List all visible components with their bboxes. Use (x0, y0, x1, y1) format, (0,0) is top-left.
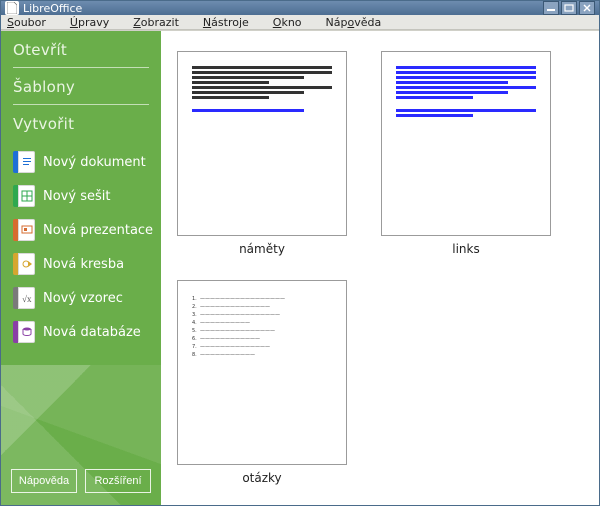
create-impress[interactable]: Nová prezentace (7, 213, 161, 247)
menu-soubor[interactable]: Soubor (7, 16, 58, 29)
sidebar-create-list: Nový dokument Nový sešit Nová prezentace… (1, 141, 161, 349)
titlebar: LibreOffice (1, 1, 599, 15)
sidebar-bottom-buttons: Nápověda Rozšíření (1, 459, 161, 505)
create-writer[interactable]: Nový dokument (7, 145, 161, 179)
create-item-label: Nová prezentace (43, 223, 153, 238)
create-item-label: Nový vzorec (43, 291, 123, 306)
create-item-label: Nová databáze (43, 325, 141, 340)
window-title: LibreOffice (23, 2, 541, 15)
draw-icon (13, 253, 35, 275)
close-button[interactable] (579, 1, 595, 15)
math-icon: √x (13, 287, 35, 309)
recent-doc[interactable]: 1. ————————————————— 2. —————————————— 3… (177, 280, 347, 485)
menu-zobrazit[interactable]: Zobrazit (133, 16, 191, 29)
app-window: LibreOffice Soubor Úpravy Zobrazit Nástr… (0, 0, 600, 506)
base-icon (13, 321, 35, 343)
recent-documents-area: náměty links 1. ————————————————— (161, 31, 599, 505)
writer-icon (13, 151, 35, 173)
impress-icon (13, 219, 35, 241)
create-calc[interactable]: Nový sešit (7, 179, 161, 213)
recent-doc[interactable]: náměty (177, 51, 347, 256)
recent-doc[interactable]: links (381, 51, 551, 256)
client-area: Otevřít Šablony Vytvořit Nový dokument N… (1, 30, 599, 505)
menu-napoveda[interactable]: Nápověda (326, 16, 394, 29)
menu-upravy[interactable]: Úpravy (70, 16, 121, 29)
menubar: Soubor Úpravy Zobrazit Nástroje Okno Náp… (1, 15, 599, 30)
doc-name: links (452, 242, 479, 256)
doc-thumbnail: 1. ————————————————— 2. —————————————— 3… (177, 280, 347, 465)
doc-thumbnail (381, 51, 551, 236)
menu-nastroje[interactable]: Nástroje (203, 16, 261, 29)
calc-icon (13, 185, 35, 207)
app-icon (5, 1, 19, 15)
create-item-label: Nový dokument (43, 155, 146, 170)
sidebar: Otevřít Šablony Vytvořit Nový dokument N… (1, 31, 161, 505)
maximize-button[interactable] (561, 1, 577, 15)
minimize-button[interactable] (543, 1, 559, 15)
create-item-label: Nová kresba (43, 257, 124, 272)
help-button[interactable]: Nápověda (11, 469, 77, 493)
svg-text:√x: √x (22, 294, 32, 304)
sidebar-open[interactable]: Otevřít (1, 31, 161, 67)
create-math[interactable]: √x Nový vzorec (7, 281, 161, 315)
doc-thumbnail (177, 51, 347, 236)
create-draw[interactable]: Nová kresba (7, 247, 161, 281)
extensions-button[interactable]: Rozšíření (85, 469, 151, 493)
create-base[interactable]: Nová databáze (7, 315, 161, 349)
create-item-label: Nový sešit (43, 189, 110, 204)
doc-name: otázky (242, 471, 281, 485)
menu-okno[interactable]: Okno (273, 16, 314, 29)
doc-name: náměty (239, 242, 285, 256)
sidebar-create-heading: Vytvořit (1, 105, 161, 141)
sidebar-templates[interactable]: Šablony (1, 68, 161, 104)
